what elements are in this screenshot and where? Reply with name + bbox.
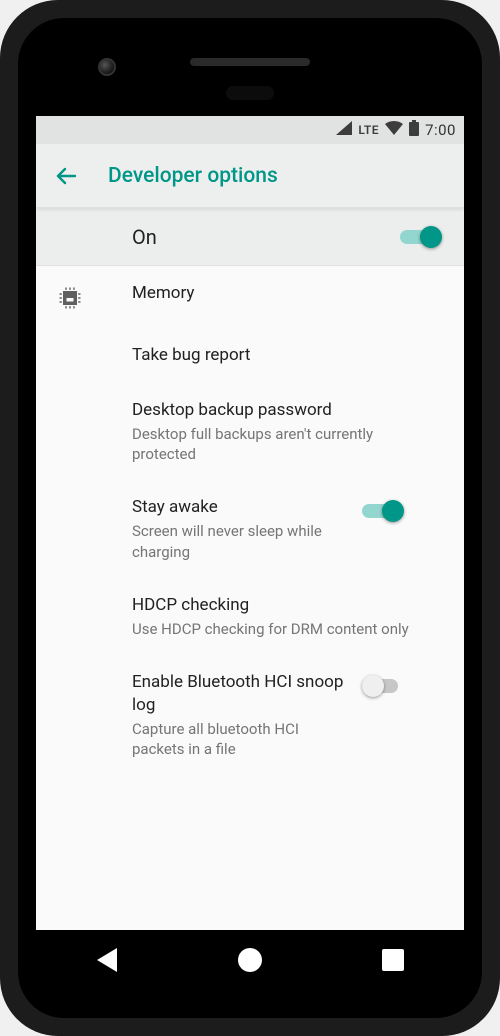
navigation-bar xyxy=(36,930,464,990)
earpiece-speaker xyxy=(190,58,310,66)
item-title: Stay awake xyxy=(132,496,352,519)
back-arrow-icon[interactable] xyxy=(54,164,78,188)
triangle-back-icon xyxy=(97,948,117,972)
circle-home-icon xyxy=(238,948,262,972)
proximity-sensor xyxy=(226,86,274,100)
app-header: Developer options xyxy=(36,144,464,208)
list-item-hdcp-checking[interactable]: HDCP checking Use HDCP checking for DRM … xyxy=(36,578,464,655)
page-title: Developer options xyxy=(108,164,278,188)
nav-recents-button[interactable] xyxy=(353,949,433,971)
screen: LTE 7:00 Developer options On xyxy=(36,116,464,930)
item-title: Memory xyxy=(132,282,432,305)
item-subtitle: Desktop full backups aren't currently pr… xyxy=(132,424,432,465)
item-title: Enable Bluetooth HCI snoop log xyxy=(132,671,352,717)
list-item-memory[interactable]: Memory xyxy=(36,266,464,328)
item-subtitle: Capture all bluetooth HCI packets in a f… xyxy=(132,719,352,760)
item-subtitle: Use HDCP checking for DRM content only xyxy=(132,619,432,639)
stay-awake-switch[interactable] xyxy=(362,500,404,522)
list-item-bluetooth-hci-snoop[interactable]: Enable Bluetooth HCI snoop log Capture a… xyxy=(36,655,464,775)
battery-icon xyxy=(409,120,419,140)
network-type-label: LTE xyxy=(358,123,379,137)
item-title: HDCP checking xyxy=(132,594,432,617)
nav-back-button[interactable] xyxy=(67,948,147,972)
status-clock: 7:00 xyxy=(425,121,456,139)
list-item-desktop-backup-password[interactable]: Desktop backup password Desktop full bac… xyxy=(36,383,464,480)
master-switch[interactable] xyxy=(400,226,442,248)
square-recents-icon xyxy=(382,949,404,971)
status-bar: LTE 7:00 xyxy=(36,116,464,144)
list-item-stay-awake[interactable]: Stay awake Screen will never sleep while… xyxy=(36,480,464,577)
cell-signal-icon xyxy=(336,121,352,139)
front-camera xyxy=(98,58,116,76)
settings-list[interactable]: Memory Take bug report Desktop backup pa… xyxy=(36,266,464,930)
nav-home-button[interactable] xyxy=(210,948,290,972)
item-title: Desktop backup password xyxy=(132,399,432,422)
phone-bezel: LTE 7:00 Developer options On xyxy=(18,18,482,1018)
item-title: Take bug report xyxy=(132,344,432,367)
memory-chip-icon xyxy=(56,284,84,312)
item-subtitle: Screen will never sleep while charging xyxy=(132,521,352,562)
bt-hci-snoop-switch[interactable] xyxy=(362,675,404,697)
master-toggle-label: On xyxy=(132,225,400,249)
master-toggle-row[interactable]: On xyxy=(36,208,464,266)
wifi-icon xyxy=(385,121,403,139)
list-item-bug-report[interactable]: Take bug report xyxy=(36,328,464,383)
phone-frame: LTE 7:00 Developer options On xyxy=(0,0,500,1036)
